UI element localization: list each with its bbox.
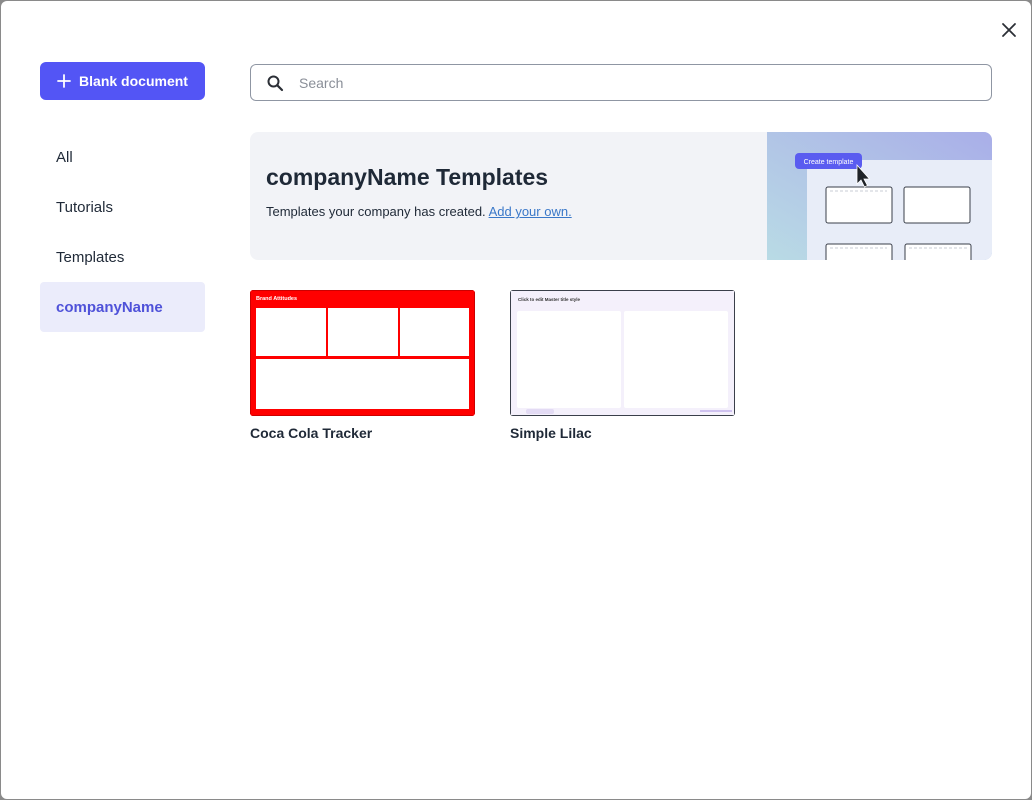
thumb-title: Click to edit Master title style [518,297,581,302]
nav-item-templates[interactable]: Templates [40,232,205,282]
blank-document-label: Blank document [79,73,188,89]
banner-subtitle-text: Templates your company has created. [266,204,486,219]
close-button[interactable] [997,18,1021,42]
nav-item-label: companyName [56,298,163,316]
template-thumbnail: Brand Attitudes [249,289,476,417]
nav-item-label: Templates [56,248,125,266]
template-card-simple-lilac[interactable]: Click to edit Master title style Simple … [510,290,735,441]
template-card-coca-cola-tracker[interactable]: Brand Attitudes Coca Cola Tracker [249,289,476,441]
nav-item-label: All [56,148,73,166]
company-templates-banner: companyName Templates Templates your com… [250,132,992,260]
nav-item-all[interactable]: All [40,132,205,182]
add-your-own-link[interactable]: Add your own. [489,204,572,219]
nav-item-companyname[interactable]: companyName [40,282,205,332]
plus-icon [57,74,71,88]
create-template-illustration: Create template [767,132,992,260]
close-icon [1002,23,1016,37]
nav-item-tutorials[interactable]: Tutorials [40,182,205,232]
nav-item-label: Tutorials [56,198,113,216]
blank-document-button[interactable]: Blank document [40,62,205,100]
new-document-dialog: Blank document All Tutorials Templates c… [1,1,1031,799]
illustration-button-text: Create template [804,159,854,166]
search-icon [251,74,299,92]
thumb-title: Brand Attitudes [256,296,297,302]
search-input[interactable] [299,74,991,91]
banner-subtitle: Templates your company has created. Add … [266,204,572,219]
template-name: Simple Lilac [510,425,592,441]
banner-title: companyName Templates [266,164,549,190]
template-name: Coca Cola Tracker [250,425,373,441]
search-box [250,64,992,101]
template-thumbnail: Click to edit Master title style [510,290,735,416]
category-nav: All Tutorials Templates companyName [40,132,205,332]
